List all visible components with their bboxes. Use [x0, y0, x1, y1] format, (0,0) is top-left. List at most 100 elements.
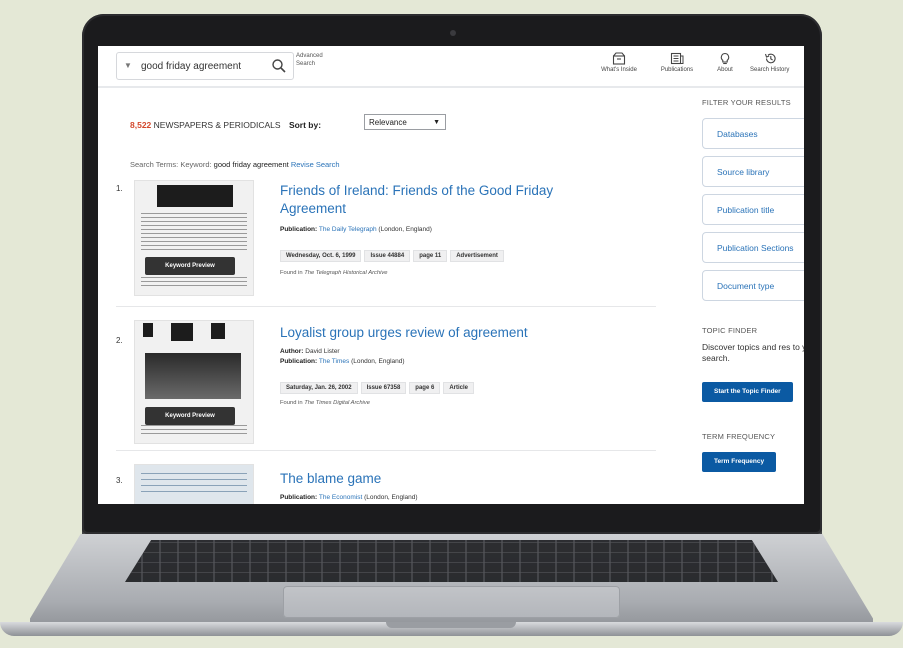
page-tag: page 11	[413, 250, 448, 262]
type-tag: Article	[443, 382, 474, 394]
thumbnail-photo	[211, 323, 225, 339]
results-header: 8,522 NEWSPAPERS & PERIODICALS Sort by:	[130, 120, 321, 130]
thumbnail-photo	[157, 185, 233, 207]
filter-panel: FILTER YOUR RESULTS Databases Source lib…	[702, 98, 804, 504]
topic-finder-button[interactable]: Start the Topic Finder	[702, 382, 793, 402]
date-tag: Wednesday, Oct. 6, 1999	[280, 250, 362, 262]
nav-label: Search History	[750, 67, 790, 73]
filter-publication-sections[interactable]: Publication Sections	[702, 232, 804, 263]
advanced-search-link[interactable]: Advanced Search	[296, 52, 336, 68]
search-box[interactable]: ▼	[116, 52, 294, 80]
keyword-preview-button[interactable]: Keyword Preview	[145, 257, 235, 275]
found-archive: The Times Digital Archive	[304, 400, 370, 406]
result-title-link[interactable]: Loyalist group urges review of agreement	[280, 324, 610, 342]
box-icon	[612, 52, 626, 65]
results-count: 8,522	[130, 120, 152, 130]
found-prefix: Found in	[280, 400, 303, 406]
author-label: Author:	[280, 348, 304, 355]
term-frequency-button[interactable]: Term Frequency	[702, 452, 777, 472]
topic-finder-heading: TOPIC FINDER	[702, 326, 758, 335]
type-tag: Advertisement	[450, 250, 504, 262]
filter-publication-title[interactable]: Publication title	[702, 194, 804, 225]
result-publication: Publication: The Times (London, England)	[280, 358, 405, 365]
topic-finder-button-label: Start the Topic Finder	[714, 388, 781, 395]
thumbnail-photo	[145, 353, 241, 399]
filter-heading: FILTER YOUR RESULTS	[702, 98, 791, 107]
result-thumbnail[interactable]: Keyword Preview	[134, 180, 254, 296]
results-area: 8,522 NEWSPAPERS & PERIODICALS Sort by: …	[116, 86, 676, 504]
result-number: 3.	[116, 476, 123, 485]
result-found-in: Found in The Telegraph Historical Archiv…	[280, 270, 388, 276]
nav-whats-inside[interactable]: What's Inside	[596, 52, 642, 73]
history-icon	[764, 53, 776, 64]
sort-by-label: Sort by:	[288, 120, 322, 130]
found-prefix: Found in	[280, 270, 303, 276]
author-value: David Lister	[305, 348, 340, 355]
search-icon[interactable]	[271, 58, 287, 74]
result-author: Author: David Lister	[280, 348, 340, 355]
result-meta-tags: Wednesday, Oct. 6, 1999 Issue 44884 page 1…	[280, 244, 507, 262]
publication-label: Publication:	[280, 226, 318, 233]
newspaper-icon	[670, 52, 684, 65]
filter-databases[interactable]: Databases	[702, 118, 804, 149]
laptop-notch	[386, 622, 516, 628]
nav-about[interactable]: About	[710, 52, 740, 73]
result-publication: Publication: The Daily Telegraph (London…	[280, 226, 432, 233]
search-terms: Search Terms: Keyword: good friday agree…	[130, 160, 340, 169]
result-title-link[interactable]: The blame game	[280, 470, 610, 488]
publication-label: Publication:	[280, 494, 318, 501]
revise-search-link[interactable]: Revise Search	[291, 160, 340, 169]
keyword-value: good friday agreement	[213, 160, 289, 169]
result-meta-tags: Saturday, Jan. 26, 2002 Issue 67358 page 6…	[280, 376, 477, 394]
publication-label: Publication:	[280, 358, 318, 365]
term-frequency-heading: TERM FREQUENCY	[702, 432, 776, 441]
lightbulb-icon	[720, 52, 730, 65]
search-type-dropdown[interactable]: ▼	[121, 57, 135, 74]
publication-link[interactable]: The Times	[319, 358, 349, 365]
result-separator	[116, 450, 656, 451]
search-terms-label: Search Terms:	[130, 160, 179, 169]
result-separator	[116, 306, 656, 307]
issue-tag: Issue 67358	[360, 382, 407, 394]
nav-label: About	[717, 67, 733, 73]
keyword-label: Keyword:	[180, 160, 212, 169]
keyword-preview-button[interactable]: Keyword Preview	[145, 407, 235, 425]
top-bar: ▼ Advanced Search What's Inside	[98, 46, 804, 88]
sort-select-value: Relevance	[369, 118, 407, 127]
advanced-search-label-1: Advanced	[296, 53, 323, 59]
laptop-screen: ▼ Advanced Search What's Inside	[98, 46, 804, 504]
nav-label: What's Inside	[601, 67, 637, 73]
publication-place: (London, England)	[378, 226, 432, 233]
result-number: 2.	[116, 336, 123, 345]
publication-link[interactable]: The Daily Telegraph	[319, 226, 377, 233]
page-tag: page 6	[409, 382, 441, 394]
filter-document-type[interactable]: Document type	[702, 270, 804, 301]
found-archive: The Telegraph Historical Archive	[304, 270, 388, 276]
result-number: 1.	[116, 184, 123, 193]
issue-tag: Issue 44884	[364, 250, 411, 262]
search-input[interactable]	[141, 58, 269, 74]
nav-search-history[interactable]: Search History	[750, 52, 804, 73]
laptop-trackpad	[283, 586, 620, 618]
thumbnail-photo	[143, 323, 153, 337]
camera-icon	[450, 30, 456, 36]
results-type-label: NEWSPAPERS & PERIODICALS	[153, 120, 281, 130]
publication-place: (London, England)	[351, 358, 405, 365]
sort-select[interactable]: Relevance ▼	[364, 114, 446, 130]
nav-label: Publications	[660, 67, 694, 73]
filter-source-library[interactable]: Source library	[702, 156, 804, 187]
result-thumbnail[interactable]	[134, 464, 254, 504]
topic-finder-description: Discover topics and res to your search.	[702, 342, 804, 363]
result-thumbnail[interactable]: Keyword Preview	[134, 320, 254, 444]
publication-place: (London, England)	[364, 494, 418, 501]
result-publication: Publication: The Economist (London, Engl…	[280, 494, 418, 501]
publication-link[interactable]: The Economist	[319, 494, 362, 501]
keyboard-rows	[125, 540, 778, 582]
term-frequency-button-label: Term Frequency	[714, 458, 765, 465]
nav-publications[interactable]: Publications	[654, 52, 700, 73]
result-title-link[interactable]: Friends of Ireland: Friends of the Good …	[280, 182, 610, 218]
date-tag: Saturday, Jan. 26, 2002	[280, 382, 358, 394]
result-found-in: Found in The Times Digital Archive	[280, 400, 370, 406]
chevron-down-icon: ▼	[433, 119, 440, 126]
advanced-search-label-2: Search	[296, 61, 316, 67]
